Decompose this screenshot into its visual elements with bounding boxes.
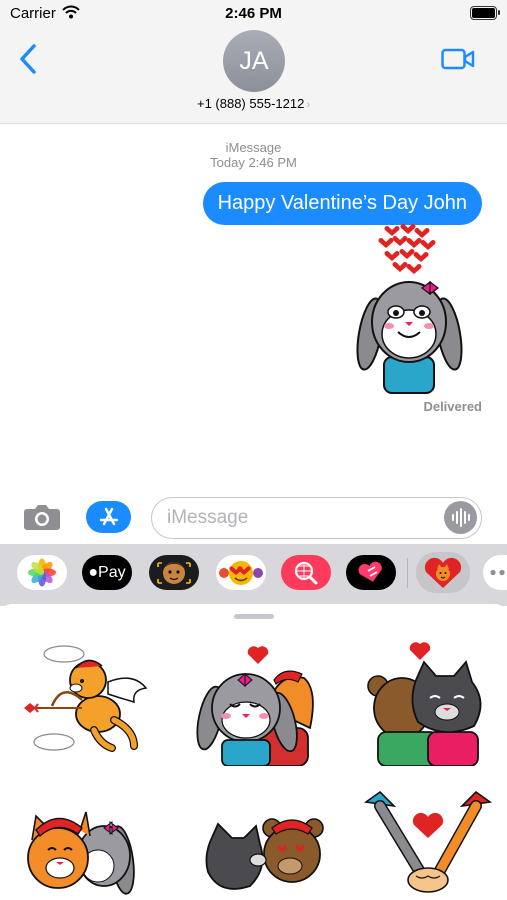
contact-phone: +1 (888) 555-1212 [196, 96, 305, 111]
animoji-icon [219, 561, 263, 585]
photos-app-button[interactable] [17, 555, 67, 590]
service-label: iMessage [225, 140, 282, 155]
delivery-status: Delivered [423, 399, 482, 414]
waveform-icon [452, 508, 470, 527]
more-apps-icon [490, 569, 505, 576]
messages-screen: Carrier 2:46 PM JA +1 (888) 555-1212 › iM… [0, 0, 507, 900]
status-bar: Carrier 2:46 PM [0, 0, 507, 28]
panel-grabber[interactable] [234, 614, 274, 619]
message-timestamp: Today 2:46 PM [210, 155, 297, 170]
web-search-app-button[interactable] [281, 555, 331, 590]
animoji-app-button[interactable] [216, 555, 266, 590]
drawer-separator [407, 558, 408, 588]
camera-icon[interactable] [23, 502, 61, 532]
more-apps-button[interactable] [483, 555, 507, 590]
contact-avatar[interactable]: JA [223, 30, 285, 92]
app-store-button[interactable] [86, 501, 131, 533]
web-search-icon [294, 561, 318, 585]
contact-name[interactable]: +1 (888) 555-1212 › [0, 96, 507, 111]
heart-stickers-app-button[interactable] [346, 555, 396, 590]
sticker-panel [0, 604, 507, 900]
valentine-stickers-app-icon [424, 557, 462, 588]
app-drawer: ●Pay [0, 544, 507, 606]
apple-logo-icon: ● [88, 564, 99, 581]
bear-cat-hug-sticker[interactable] [358, 636, 498, 766]
heart-stickers-icon [358, 561, 382, 582]
status-time: 2:46 PM [225, 5, 282, 22]
bunny-with-hearts-sticker[interactable] [352, 222, 467, 394]
apple-pay-button[interactable]: ●Pay [82, 555, 132, 590]
message-input-placeholder: iMessage [167, 507, 249, 528]
battery-icon [470, 6, 500, 20]
cat-bunny-sticker[interactable] [18, 780, 158, 900]
memoji-app-button[interactable] [149, 555, 199, 590]
bunny-cat-hug-sticker[interactable] [188, 636, 328, 766]
video-call-icon[interactable] [441, 48, 475, 70]
back-chevron-icon[interactable] [14, 42, 44, 76]
app-store-icon [99, 507, 119, 526]
audio-message-button[interactable] [444, 501, 477, 534]
valentine-stickers-app-button[interactable] [416, 552, 470, 593]
cupid-cat-sticker[interactable] [18, 634, 158, 764]
photos-icon [28, 558, 56, 587]
message-input[interactable]: iMessage [151, 497, 482, 539]
holding-hands-sticker[interactable] [358, 780, 498, 900]
cat-bear-kiss-sticker[interactable] [190, 780, 330, 900]
conversation-header: Carrier 2:46 PM JA +1 (888) 555-1212 › [0, 0, 507, 124]
apple-pay-label: Pay [98, 564, 126, 581]
chevron-right-icon: › [306, 99, 310, 111]
message-bubble[interactable]: Happy Valentine’s Day John [202, 182, 482, 225]
memoji-icon [157, 562, 191, 584]
